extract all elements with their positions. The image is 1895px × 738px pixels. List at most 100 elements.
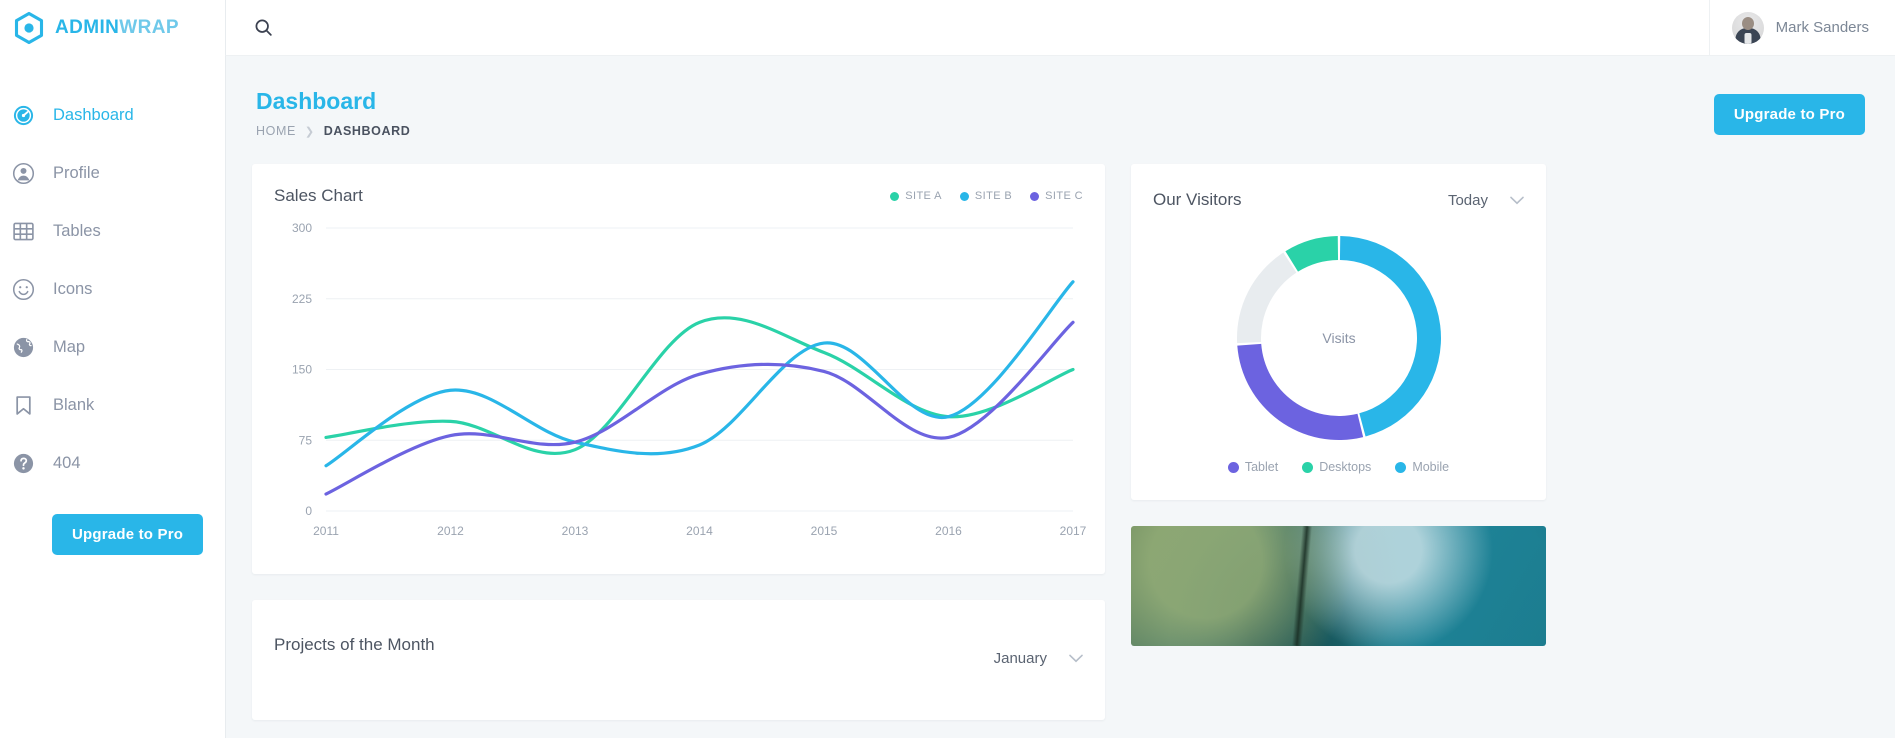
projects-card-header: Projects of the Month January xyxy=(252,600,1105,667)
page-title: Dashboard xyxy=(256,88,377,114)
donut-segment-desktops[interactable] xyxy=(1284,236,1338,272)
projects-month-value: January xyxy=(993,650,1047,667)
legend-color-dot xyxy=(1302,461,1314,473)
svg-text:2011: 2011 xyxy=(313,524,339,538)
svg-text:2017: 2017 xyxy=(1060,524,1087,538)
svg-text:2016: 2016 xyxy=(935,524,962,538)
header-upgrade-to-pro-button[interactable]: Upgrade to Pro xyxy=(1713,94,1865,135)
visitors-card-header: Our Visitors Today xyxy=(1131,164,1546,210)
sales-chart-column: Sales Chart SITE A SITE B SITE C 0 75 15… xyxy=(252,164,1105,720)
sidebar-item-label: Tables xyxy=(53,221,101,240)
breadcrumb-current: DASHBOARD xyxy=(323,124,411,138)
visitors-period-value: Today xyxy=(1447,191,1488,209)
sidebar-item-label: Blank xyxy=(53,395,95,414)
sidebar-item-map[interactable]: Map xyxy=(0,318,225,376)
visitors-period-select[interactable]: Today xyxy=(1448,192,1524,209)
visitors-card: Our Visitors Today Visits Tablet Desktop… xyxy=(1131,164,1546,500)
sales-chart-legend: SITE A SITE B SITE C xyxy=(890,190,1083,202)
projects-month-select[interactable]: January xyxy=(994,650,1083,667)
legend-item-site-b[interactable]: SITE B xyxy=(959,190,1013,202)
brand-name-light: WRAP xyxy=(119,17,179,38)
svg-text:75: 75 xyxy=(299,433,313,447)
legend-label: SITE B xyxy=(974,190,1013,202)
sidebar-upgrade-to-pro-button[interactable]: Upgrade to Pro xyxy=(52,514,204,555)
photo-decoration xyxy=(1291,526,1313,646)
visitors-donut-chart[interactable]: Visits xyxy=(1229,228,1449,448)
dashboard-grid: Sales Chart SITE A SITE B SITE C 0 75 15… xyxy=(252,164,1869,720)
legend-color-dot xyxy=(1395,461,1407,473)
legend-item-site-c[interactable]: SITE C xyxy=(1030,190,1083,202)
user-name: Mark Sanders xyxy=(1775,19,1869,36)
sales-line-chart[interactable]: 0 75 150 225 300 2011 2012 2013 2014 2015 2016 2017 xyxy=(266,214,1091,559)
topbar: Mark Sanders xyxy=(225,0,1895,56)
projects-card: Projects of the Month January xyxy=(252,600,1105,720)
visitors-donut-container: Visits xyxy=(1131,210,1546,454)
sidebar-item-label: Dashboard xyxy=(53,105,134,124)
svg-text:2015: 2015 xyxy=(811,524,838,538)
page-header-cta: Upgrade to Pro xyxy=(1713,94,1865,135)
page-header-text: Dashboard HOME ❯ DASHBOARD xyxy=(256,88,410,138)
sidebar-item-label: Map xyxy=(53,337,86,356)
breadcrumb: HOME ❯ DASHBOARD xyxy=(256,124,410,138)
legend-label: Desktops xyxy=(1319,460,1372,474)
legend-label: Mobile xyxy=(1412,460,1450,474)
donut-center-label: Visits xyxy=(1322,330,1355,346)
question-circle-icon xyxy=(10,450,36,476)
legend-color-dot xyxy=(1030,191,1040,201)
globe-icon xyxy=(10,334,36,360)
visitors-card-title: Our Visitors xyxy=(1153,190,1242,209)
bookmark-icon xyxy=(10,392,36,418)
breadcrumb-home[interactable]: HOME xyxy=(256,124,296,138)
user-circle-icon xyxy=(10,160,36,186)
search-icon xyxy=(255,19,272,36)
sidebar-item-blank[interactable]: Blank xyxy=(0,376,225,434)
svg-text:2013: 2013 xyxy=(562,524,589,538)
chevron-right-icon: ❯ xyxy=(304,125,315,138)
svg-text:2014: 2014 xyxy=(686,524,713,538)
page-header: Dashboard HOME ❯ DASHBOARD Upgrade to Pr… xyxy=(252,56,1869,138)
sidebar-cta-container: Upgrade to Pro xyxy=(0,492,225,555)
svg-text:300: 300 xyxy=(292,221,312,235)
svg-text:2012: 2012 xyxy=(437,524,464,538)
user-menu[interactable]: Mark Sanders xyxy=(1708,0,1895,56)
sidebar-item-label: Icons xyxy=(53,279,93,298)
sales-chart-title: Sales Chart xyxy=(274,186,363,205)
search-button[interactable] xyxy=(248,13,278,43)
app-root: ADMINWRAP Dashboard Profile Tables Icons… xyxy=(0,0,1895,738)
brand-name: ADMINWRAP xyxy=(55,17,179,39)
legend-item-mobile[interactable]: Mobile xyxy=(1395,460,1449,474)
sidebar-item-tables[interactable]: Tables xyxy=(0,202,225,260)
legend-item-site-a[interactable]: SITE A xyxy=(890,190,942,202)
projects-card-title: Projects of the Month xyxy=(274,634,435,654)
sidebar-nav: Dashboard Profile Tables Icons Map Blank… xyxy=(0,86,225,492)
legend-item-tablet[interactable]: Tablet xyxy=(1227,460,1279,474)
sidebar: ADMINWRAP Dashboard Profile Tables Icons… xyxy=(0,0,225,738)
main-region: Mark Sanders Dashboard HOME ❯ DASHBOARD … xyxy=(225,0,1895,738)
sidebar-item-dashboard[interactable]: Dashboard xyxy=(0,86,225,144)
brand-logo[interactable]: ADMINWRAP xyxy=(0,0,225,56)
donut-segment-tablet[interactable] xyxy=(1236,343,1363,440)
legend-label: SITE C xyxy=(1045,190,1083,202)
donut-segment-other[interactable] xyxy=(1236,252,1296,344)
hexagon-dot-icon xyxy=(14,11,44,45)
sidebar-item-profile[interactable]: Profile xyxy=(0,144,225,202)
visitors-column: Our Visitors Today Visits Tablet Desktop… xyxy=(1131,164,1546,646)
svg-text:0: 0 xyxy=(305,504,312,518)
sales-chart-card: Sales Chart SITE A SITE B SITE C 0 75 15… xyxy=(252,164,1105,574)
visitors-legend: Tablet Desktops Mobile xyxy=(1131,454,1546,500)
chevron-down-icon xyxy=(1510,196,1524,204)
sales-chart-header: Sales Chart SITE A SITE B SITE C xyxy=(252,164,1105,206)
legend-color-dot xyxy=(1227,461,1239,473)
smiley-face-icon xyxy=(10,276,36,302)
brand-name-bold: ADMIN xyxy=(55,17,120,38)
series-line-site-c xyxy=(324,320,1075,496)
legend-item-desktops[interactable]: Desktops xyxy=(1302,460,1371,474)
sidebar-item-label: Profile xyxy=(53,163,100,182)
svg-text:225: 225 xyxy=(292,292,312,306)
sidebar-item-icons[interactable]: Icons xyxy=(0,260,225,318)
sales-chart-body: 0 75 150 225 300 2011 2012 2013 2014 2015 2016 2017 xyxy=(252,206,1105,574)
sidebar-item-404[interactable]: 404 xyxy=(0,434,225,492)
promo-photo-card[interactable] xyxy=(1131,526,1546,646)
chevron-down-icon xyxy=(1069,654,1083,663)
legend-label: Tablet xyxy=(1244,460,1279,474)
